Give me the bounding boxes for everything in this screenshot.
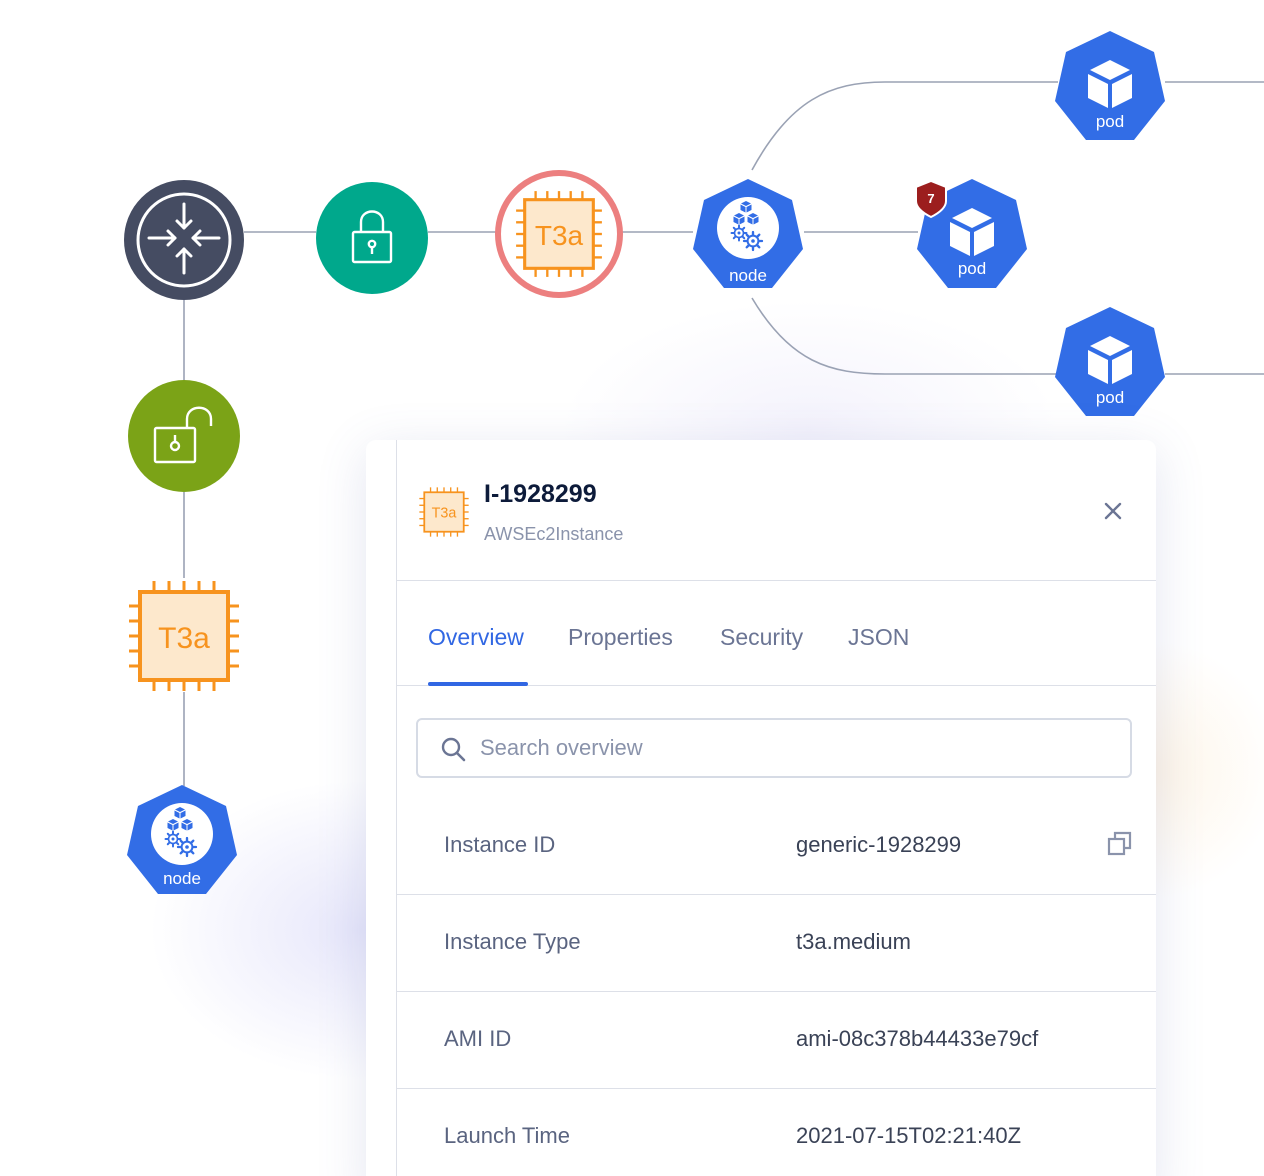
property-value: 2021-07-15T02:21:40Z: [796, 1123, 1022, 1148]
property-row-ami-id: AMI ID ami-08c378b44433e79cf: [396, 992, 1156, 1089]
property-value: t3a.medium: [796, 929, 911, 954]
tab-overview[interactable]: Overview: [428, 624, 524, 651]
header-chip-label: T3a: [432, 505, 457, 521]
tab-properties[interactable]: Properties: [568, 624, 673, 651]
unlocked-gateway-node[interactable]: [128, 380, 240, 492]
details-panel: T3a I-1928299 AWSEc2Instance Overview Pr…: [366, 440, 1156, 1176]
property-value: generic-1928299: [796, 832, 962, 857]
panel-title: I-1928299: [484, 480, 597, 508]
property-value: ami-08c378b44433e79cf: [796, 1026, 1039, 1051]
copy-icon[interactable]: [1106, 830, 1134, 858]
property-label: AMI ID: [444, 1026, 512, 1051]
search-icon: [441, 737, 466, 762]
close-button[interactable]: [1100, 498, 1126, 524]
property-label: Instance Type: [444, 929, 581, 954]
node-label: node: [163, 869, 201, 888]
property-row-instance-id: Instance ID generic-1928299: [396, 798, 1156, 895]
instance-chip-node[interactable]: T3a: [495, 170, 623, 298]
pod-label: pod: [1096, 388, 1124, 407]
alert-badge-count: 7: [927, 191, 934, 206]
instance-chip-node-left[interactable]: T3a: [127, 579, 241, 693]
close-icon: [1104, 502, 1122, 520]
property-list: Instance ID generic-1928299 Instance Typ…: [396, 798, 1156, 1176]
locked-gateway-node[interactable]: [316, 182, 428, 294]
edge-node-pod-top: [751, 81, 1058, 171]
topology-view: T3a node pod pod 7 pod T3a node T3a I-19…: [0, 0, 1264, 1176]
property-label: Launch Time: [444, 1123, 570, 1148]
t3a-chip-icon: T3a: [418, 486, 470, 538]
pod-label: pod: [958, 259, 986, 278]
search-input[interactable]: [480, 728, 1080, 768]
property-label: Instance ID: [444, 832, 556, 857]
tab-json[interactable]: JSON: [848, 624, 909, 651]
panel-subtitle: AWSEc2Instance: [484, 524, 624, 544]
pod-label: pod: [1096, 112, 1124, 131]
panel-rail: [366, 440, 397, 1176]
edge-node-pod-bottom: [751, 297, 1058, 375]
property-row-instance-type: Instance Type t3a.medium: [396, 895, 1156, 992]
chip-label: T3a: [158, 622, 210, 655]
tab-security[interactable]: Security: [720, 624, 803, 651]
pod-node-bottom[interactable]: pod: [1055, 307, 1165, 416]
search-box[interactable]: [416, 718, 1132, 778]
tab-bar: Overview Properties Security JSON: [396, 581, 1156, 686]
chip-label: T3a: [535, 220, 584, 251]
panel-header: T3a I-1928299 AWSEc2Instance: [396, 440, 1156, 581]
router-node[interactable]: [124, 180, 244, 300]
node-label: node: [729, 266, 767, 285]
active-tab-indicator: [428, 682, 528, 686]
pod-node-top[interactable]: pod: [1055, 31, 1165, 140]
kube-node-left[interactable]: node: [127, 785, 237, 894]
property-row-launch-time: Launch Time 2021-07-15T02:21:40Z: [396, 1089, 1156, 1176]
kube-node[interactable]: node: [693, 179, 803, 288]
